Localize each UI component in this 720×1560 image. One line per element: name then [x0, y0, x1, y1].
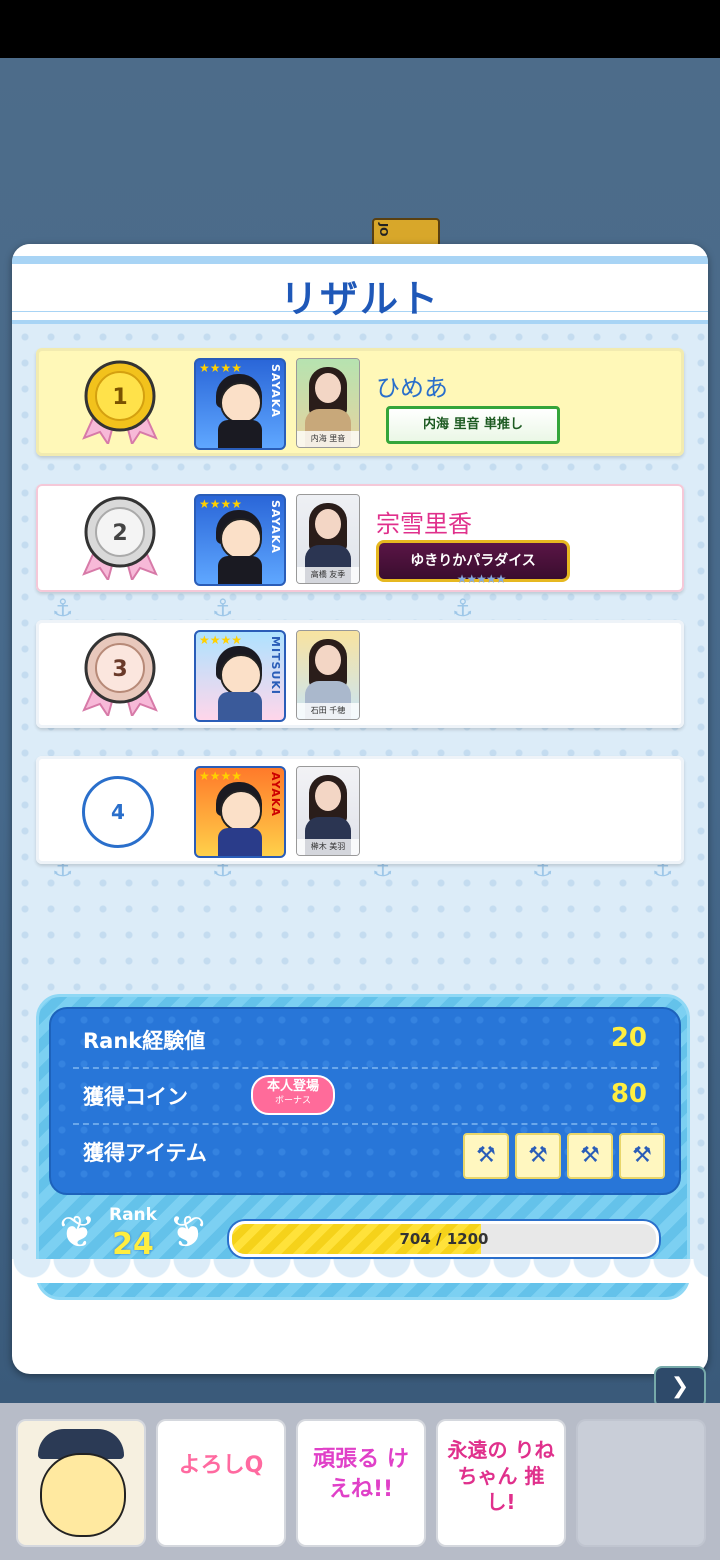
stamp-empty-slot	[576, 1419, 706, 1547]
anchor-icon: ⚓	[212, 594, 234, 622]
anchor-icon: ⚓	[452, 594, 474, 622]
stamp-character[interactable]	[16, 1419, 146, 1547]
hammer-icon: ⚒	[619, 1133, 665, 1179]
result-modal: リザルト ⚓ ⚓ ⚓ ⚓ ⚓ ⚓ ⚓ ⚓ ⚓ ⚓ ⚓ ⚓ 1 ★★★★	[12, 244, 708, 1374]
coins-value: 80	[610, 1079, 647, 1109]
stamp-bar: よろしQ 頑張る けえね!! 永遠の りねちゃん 推し!	[0, 1403, 720, 1560]
hammer-icon: ⚒	[463, 1133, 509, 1179]
stamp-ganbaru[interactable]: 頑張る けえね!!	[296, 1419, 426, 1547]
anchor-icon: ⚓	[52, 594, 74, 622]
exp-progress-bar: 704 / 1200	[229, 1221, 659, 1257]
result-row-1: 1 ★★★★ SAYAKA 内海 里音 ひめあ 内海 里音 単推し	[36, 348, 684, 456]
coins-row: 獲得コイン 本人登場 ボーナス 80	[73, 1073, 657, 1125]
rank-exp-row: Rank経験値 20	[73, 1017, 657, 1069]
next-button[interactable]: ❯	[654, 1366, 706, 1408]
wave-divider	[12, 1259, 708, 1283]
bonus-badge: 本人登場 ボーナス	[251, 1075, 335, 1115]
bronze-medal-icon: 3	[82, 632, 158, 716]
member-photo: 榊木 美羽	[296, 766, 360, 856]
svg-text:1: 1	[112, 385, 127, 410]
items-row: 獲得アイテム ⚒ ⚒ ⚒ ⚒	[73, 1129, 665, 1179]
oshi-badge: 内海 里音 単推し	[386, 406, 560, 444]
player-name: ひめあ	[376, 374, 448, 402]
player-name: 宗雪里香	[376, 510, 472, 538]
player-avatar: ★★★★ AYAKA	[194, 766, 286, 858]
rewards-summary: Rank経験値 20 獲得コイン 本人登場 ボーナス 80 獲得アイテム ⚒ ⚒…	[49, 1007, 681, 1195]
modal-header: リザルト	[12, 244, 708, 328]
rank-number-4: 4	[82, 776, 154, 848]
silver-medal-icon: 2	[82, 496, 158, 580]
result-row-3: 3 ★★★★ MITSUKI 石田 千穂	[36, 620, 684, 728]
result-row-4: 4 ★★★★ AYAKA 榊木 美羽	[36, 756, 684, 864]
rank-label: Rank	[109, 1205, 157, 1225]
member-photo: 石田 千穂	[296, 630, 360, 720]
modal-title: リザルト	[279, 277, 440, 321]
rank-value: 24	[112, 1227, 154, 1262]
player-avatar: ★★★★ MITSUKI	[194, 630, 286, 722]
modal-body: ⚓ ⚓ ⚓ ⚓ ⚓ ⚓ ⚓ ⚓ ⚓ ⚓ ⚓ ⚓ 1 ★★★★ SAYAKA	[12, 324, 708, 1300]
member-photo: 高橋 友季	[296, 494, 360, 584]
player-avatar: ★★★★ SAYAKA	[194, 494, 286, 586]
member-photo: 内海 里音	[296, 358, 360, 448]
svg-text:3: 3	[112, 657, 127, 682]
gold-medal-icon: 1	[82, 360, 158, 444]
badge-stars: ★★★★★	[456, 572, 507, 586]
rank-exp-value: 20	[610, 1023, 647, 1053]
laurel-right-icon: ❦	[169, 1207, 206, 1258]
player-avatar: ★★★★ SAYAKA	[194, 358, 286, 450]
exp-progress-text: 704 / 1200	[399, 1230, 489, 1248]
laurel-left-icon: ❦	[59, 1207, 96, 1258]
svg-text:2: 2	[112, 521, 127, 546]
status-bar	[0, 0, 720, 58]
hammer-icon: ⚒	[567, 1133, 613, 1179]
rewards-panel: Rank経験値 20 獲得コイン 本人登場 ボーナス 80 獲得アイテム ⚒ ⚒…	[36, 994, 690, 1300]
stamp-eien[interactable]: 永遠の りねちゃん 推し!	[436, 1419, 566, 1547]
stamp-yoroshiq[interactable]: よろしQ	[156, 1419, 286, 1547]
hammer-icon: ⚒	[515, 1133, 561, 1179]
result-row-2: 2 ★★★★ SAYAKA 高橋 友季 宗雪里香 ゆきりかパラダイス ★★★★★	[36, 484, 684, 592]
